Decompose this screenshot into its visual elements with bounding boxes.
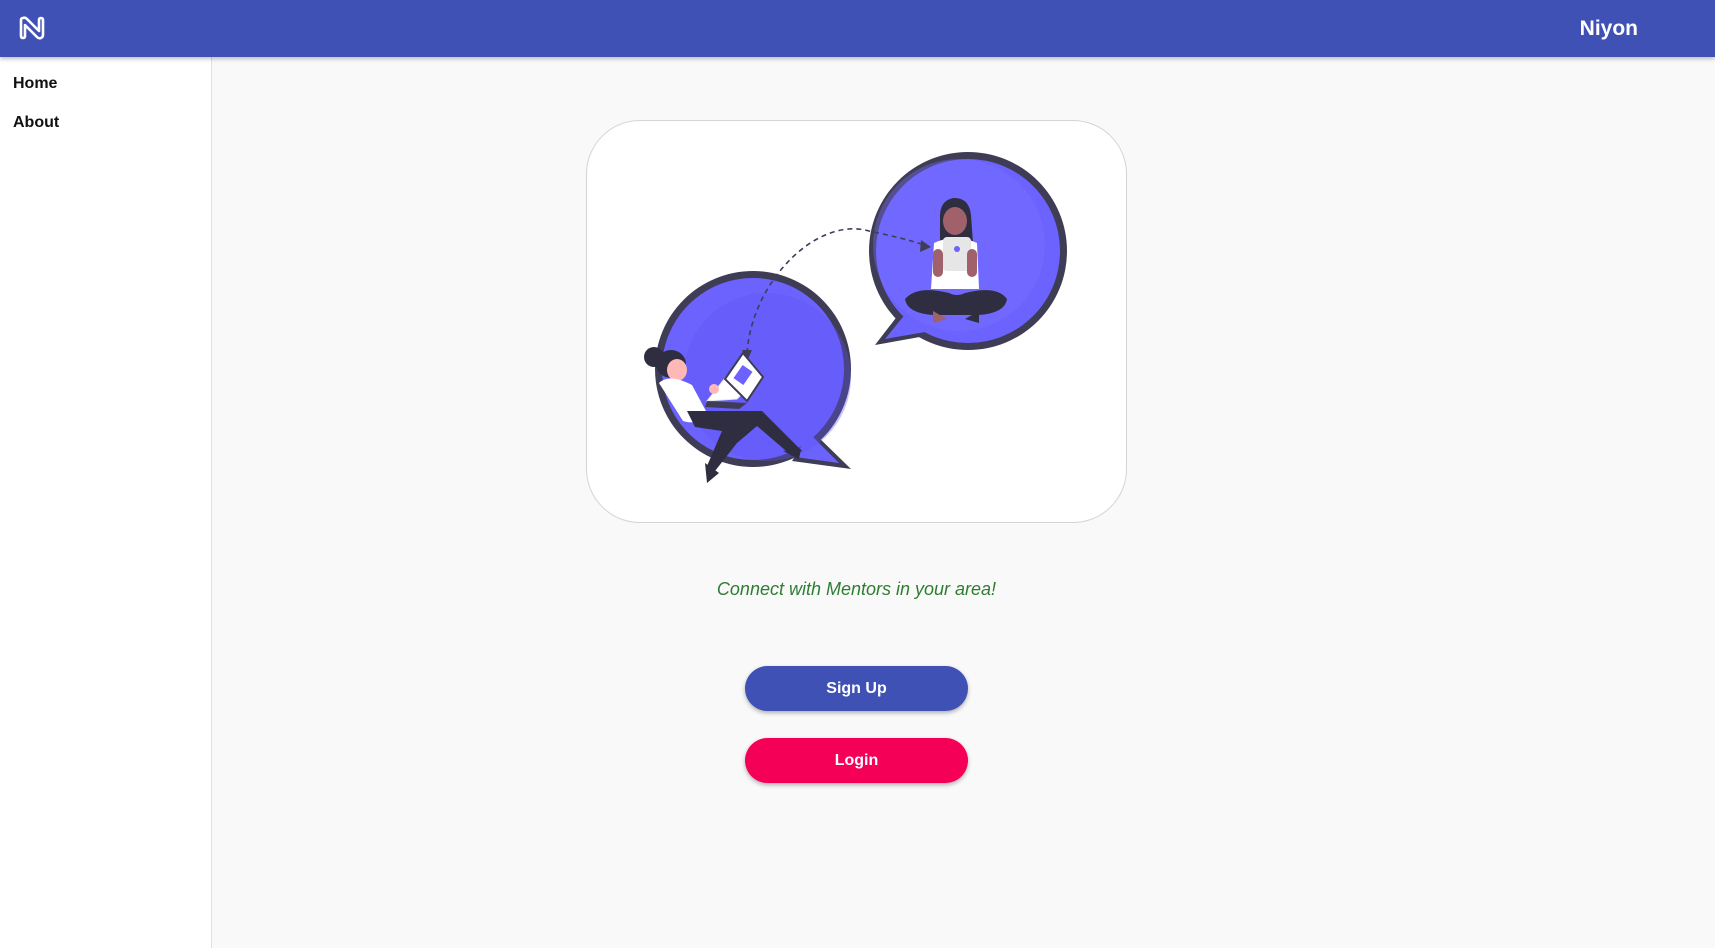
app-header: Niyon <box>0 0 1715 57</box>
login-button[interactable]: Login <box>745 738 968 783</box>
user-name[interactable]: Niyon <box>1580 17 1638 41</box>
hero-illustration-card <box>586 120 1127 523</box>
n-logo-icon[interactable] <box>16 12 48 44</box>
sign-up-button[interactable]: Sign Up <box>745 666 968 711</box>
mentorship-chat-illustration <box>644 152 1067 483</box>
sidebar-item-home[interactable]: Home <box>13 75 57 93</box>
sidebar: Home About <box>0 57 212 948</box>
tagline: Connect with Mentors in your area! <box>716 579 997 599</box>
sidebar-item-about[interactable]: About <box>13 114 59 132</box>
